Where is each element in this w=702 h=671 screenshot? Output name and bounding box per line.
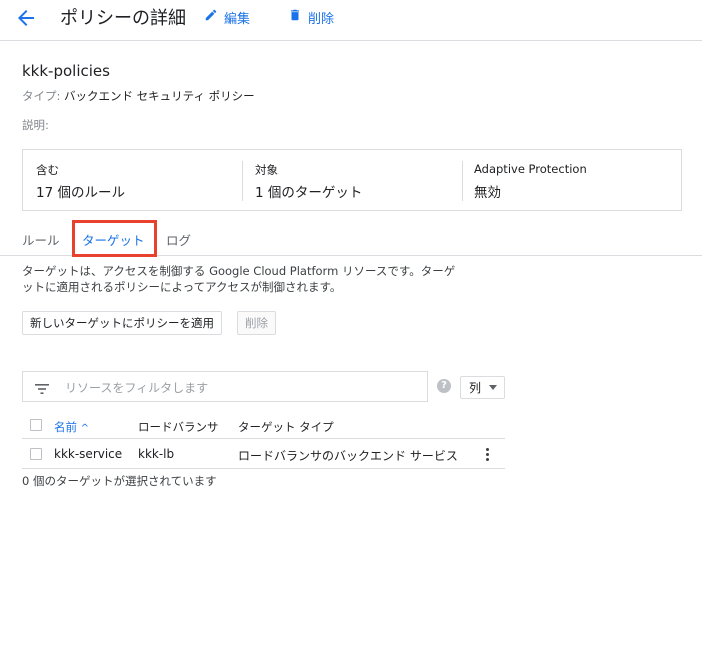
targets-label: 対象 [255, 163, 278, 177]
summary-divider [242, 161, 243, 201]
filter-input[interactable]: リソースをフィルタします [22, 371, 428, 402]
delete-target-button[interactable]: 削除 [237, 311, 276, 335]
includes-value: 17 個のルール [36, 185, 125, 201]
column-target-type-header[interactable]: ターゲット タイプ [238, 419, 334, 435]
tab-logs[interactable]: ログ [166, 230, 191, 249]
adaptive-label: Adaptive Protection [474, 162, 587, 176]
caret-down-icon [489, 385, 498, 390]
page-title: ポリシーの詳細 [60, 8, 186, 29]
type-value: バックエンド セキュリティ ポリシー [64, 89, 255, 103]
back-arrow-icon[interactable] [14, 6, 38, 30]
policy-type: タイプ: バックエンド セキュリティ ポリシー [22, 88, 255, 104]
help-icon[interactable]: ? [437, 379, 451, 393]
summary-divider [462, 161, 463, 201]
trash-icon [288, 8, 308, 26]
pencil-icon [204, 8, 224, 26]
includes-label: 含む [36, 163, 59, 177]
type-label: タイプ: [22, 89, 61, 103]
column-load-balancer-header[interactable]: ロードバランサ [138, 419, 219, 435]
table-row: kkk-service kkk-lb ロードバランサのバックエンド サービス [22, 440, 505, 469]
edit-label: 編集 [224, 11, 251, 27]
summary-card: 含む 17 個のルール 対象 1 個のターゲット Adaptive Protec… [22, 149, 682, 211]
row-target-type: ロードバランサのバックエンド サービス [238, 449, 458, 463]
columns-button[interactable]: 列 [460, 376, 505, 399]
row-load-balancer: kkk-lb [138, 447, 175, 461]
delete-label: 削除 [308, 11, 335, 27]
targets-description: ターゲットは、アクセスを制御する Google Cloud Platform リ… [22, 263, 472, 295]
adaptive-value: 無効 [474, 185, 501, 201]
more-options-icon[interactable] [482, 447, 492, 463]
selected-count: 0 個のターゲットが選択されています [22, 474, 217, 488]
columns-label: 列 [469, 381, 482, 395]
row-checkbox[interactable] [30, 448, 42, 460]
filter-icon [35, 380, 49, 399]
highlight-box [72, 220, 157, 257]
table-header: 名前 ^ ロードバランサ ターゲット タイプ [22, 413, 505, 439]
sort-up-icon: ^ [80, 423, 90, 434]
filter-placeholder: リソースをフィルタします [65, 381, 209, 395]
select-all-checkbox[interactable] [30, 419, 42, 431]
column-name-header[interactable]: 名前 ^ [54, 419, 89, 435]
description-line: ットに適用されるポリシーによってアクセスが制御されます。 [22, 280, 342, 294]
targets-value: 1 個のターゲット [255, 185, 363, 201]
delete-policy-button[interactable]: 削除 [288, 6, 334, 28]
policy-name: kkk-policies [22, 62, 110, 80]
edit-button[interactable]: 編集 [204, 6, 250, 28]
tab-rules[interactable]: ルール [22, 230, 60, 249]
page-header: ポリシーの詳細 編集 削除 [0, 0, 702, 41]
apply-policy-button[interactable]: 新しいターゲットにポリシーを適用 [22, 311, 222, 335]
description-line: ターゲットは、アクセスを制御する Google Cloud Platform リ… [22, 264, 456, 278]
description-label: 説明: [22, 118, 49, 132]
name-header-label: 名前 [54, 420, 77, 434]
row-name: kkk-service [54, 447, 123, 461]
